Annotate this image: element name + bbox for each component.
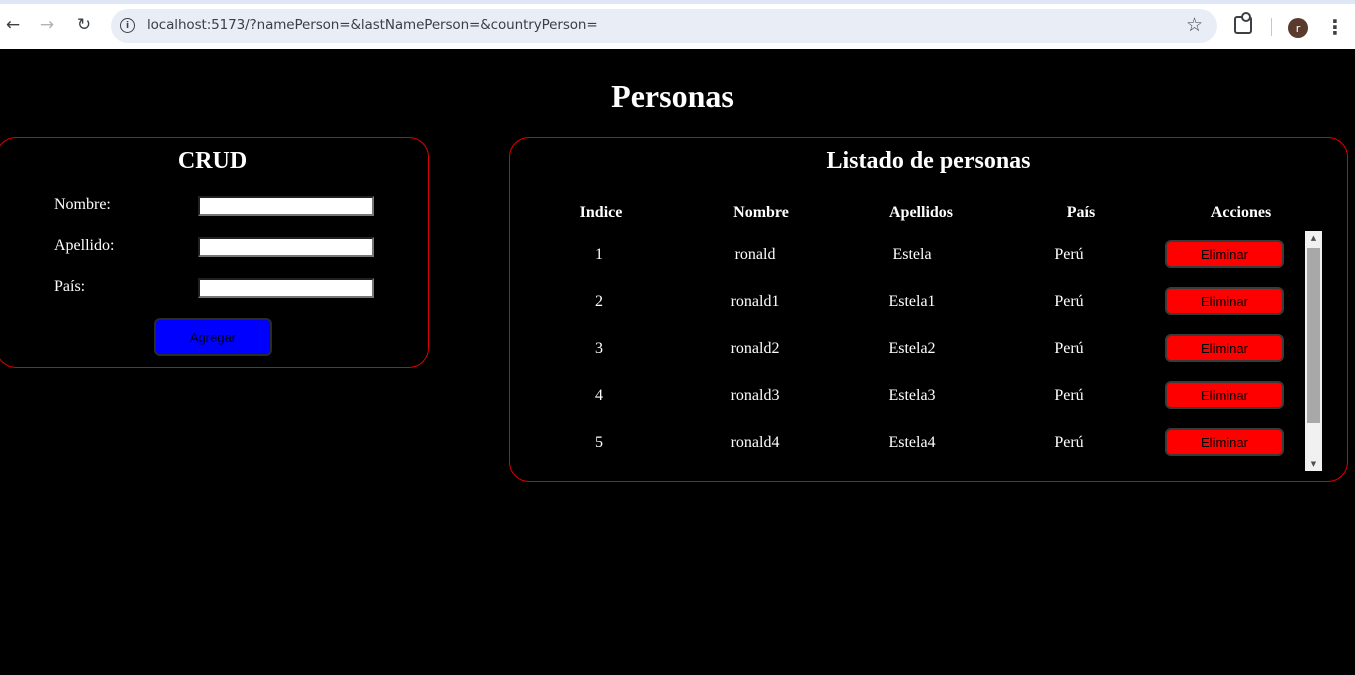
scroll-up-icon[interactable]: ▲ <box>1305 231 1322 245</box>
cell-last-name: Estela4 <box>888 434 936 451</box>
cell-name: ronald3 <box>730 387 780 404</box>
delete-button[interactable]: Eliminar <box>1165 381 1284 409</box>
country-label: País: <box>54 278 86 295</box>
cell-country: Perú <box>1054 340 1084 357</box>
table-row: 3 ronald2 Estela2 Perú Eliminar <box>510 334 1347 364</box>
table-scrollbar[interactable]: ▲ ▼ <box>1305 231 1322 471</box>
site-info-icon[interactable]: i <box>120 18 135 33</box>
cell-country: Perú <box>1054 434 1084 451</box>
toolbar-divider <box>1271 18 1272 36</box>
cell-name: ronald2 <box>730 340 780 357</box>
delete-button[interactable]: Eliminar <box>1165 334 1284 362</box>
crud-title: CRUD <box>177 148 248 174</box>
back-arrow-icon[interactable]: ← <box>0 12 26 38</box>
crud-panel: CRUD Nombre: Apellido: País: Agregar <box>0 137 429 368</box>
page-title: Personas <box>611 78 734 114</box>
name-label: Nombre: <box>54 196 111 213</box>
lastname-label: Apellido: <box>54 237 115 254</box>
table-row: 5 ronald4 Estela4 Perú Eliminar <box>510 428 1347 458</box>
scroll-thumb[interactable] <box>1307 248 1320 423</box>
forward-arrow-icon[interactable]: → <box>34 12 60 38</box>
address-bar[interactable]: i localhost:5173/?namePerson=&lastNamePe… <box>111 9 1217 43</box>
country-input[interactable] <box>198 278 374 298</box>
cell-last-name: Estela <box>892 246 932 263</box>
cell-country: Perú <box>1054 246 1084 263</box>
table-row: 2 ronald1 Estela1 Perú Eliminar <box>510 287 1347 317</box>
cell-country: Perú <box>1054 387 1084 404</box>
header-last-name: Apellidos <box>888 204 954 221</box>
scroll-down-icon[interactable]: ▼ <box>1305 457 1322 471</box>
header-name: Nombre <box>733 204 789 221</box>
delete-button[interactable]: Eliminar <box>1165 428 1284 456</box>
cell-last-name: Estela2 <box>888 340 936 357</box>
list-title: Listado de personas <box>826 148 1031 174</box>
bookmark-star-icon[interactable]: ☆ <box>1186 14 1203 36</box>
lastname-input[interactable] <box>198 237 374 257</box>
cell-name: ronald1 <box>730 293 780 310</box>
people-list-panel: Listado de personas Indice Nombre Apelli… <box>509 137 1348 482</box>
table-row: 4 ronald3 Estela3 Perú Eliminar <box>510 381 1347 411</box>
cell-index: 4 <box>595 387 603 404</box>
cell-index: 1 <box>595 246 603 263</box>
add-button[interactable]: Agregar <box>154 318 272 356</box>
delete-button[interactable]: Eliminar <box>1165 287 1284 315</box>
cell-last-name: Estela1 <box>888 293 936 310</box>
delete-button[interactable]: Eliminar <box>1165 240 1284 268</box>
cell-index: 5 <box>595 434 603 451</box>
cell-index: 2 <box>595 293 603 310</box>
cell-name: ronald4 <box>730 434 780 451</box>
extensions-puzzle-icon[interactable] <box>1234 12 1252 34</box>
cell-index: 3 <box>595 340 603 357</box>
name-input[interactable] <box>198 196 374 216</box>
profile-avatar[interactable]: r <box>1288 18 1308 38</box>
cell-name: ronald <box>734 246 776 263</box>
cell-country: Perú <box>1054 293 1084 310</box>
more-menu-icon[interactable]: ⋮ <box>1325 16 1345 38</box>
table-row: 1 ronald Estela Perú Eliminar <box>510 240 1347 270</box>
browser-toolbar: ← → ↻ i localhost:5173/?namePerson=&last… <box>0 0 1355 49</box>
cell-last-name: Estela3 <box>888 387 936 404</box>
header-country: País <box>1066 204 1096 221</box>
reload-icon[interactable]: ↻ <box>71 12 97 38</box>
header-index: Indice <box>579 204 623 221</box>
url-text[interactable]: localhost:5173/?namePerson=&lastNamePers… <box>147 17 598 33</box>
header-actions: Acciones <box>1210 204 1272 221</box>
